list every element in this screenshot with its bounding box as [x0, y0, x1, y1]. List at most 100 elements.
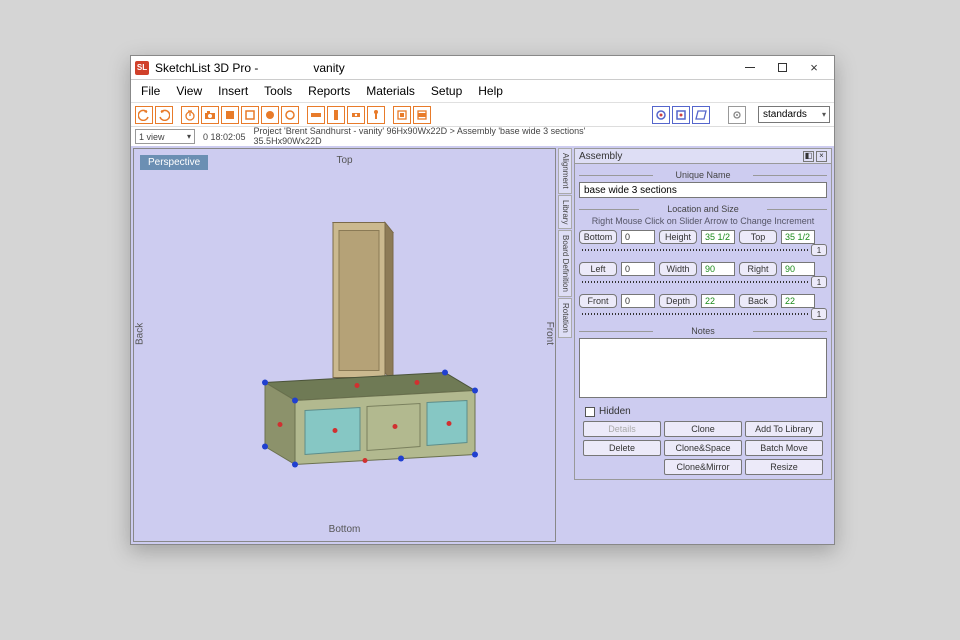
height-button[interactable]: Height	[659, 230, 697, 244]
viewport-3d[interactable]: Perspective Top Bottom Back Front	[133, 148, 556, 542]
width-button[interactable]: Width	[659, 262, 697, 276]
mode-b-icon[interactable]	[672, 106, 690, 124]
resize-button[interactable]: Resize	[745, 459, 823, 475]
add-board-icon[interactable]	[307, 106, 325, 124]
standards-label: standards	[763, 109, 807, 120]
clone-mirror-button[interactable]: Clone&Mirror	[664, 459, 742, 475]
top-value[interactable]: 35 1/2	[781, 230, 815, 244]
doc-title: vanity	[313, 61, 344, 75]
details-button[interactable]: Details	[583, 421, 661, 437]
clone-space-button[interactable]: Clone&Space	[664, 440, 742, 456]
tab-board-def[interactable]: Board Definition	[558, 230, 572, 297]
front-button[interactable]: Front	[579, 294, 617, 308]
breadcrumb: Project 'Brent Sandhurst - vanity' 96Hx9…	[254, 127, 586, 146]
new-project-icon[interactable]	[221, 106, 239, 124]
menu-view[interactable]: View	[170, 82, 208, 100]
vertical-tabs: Alignment Library Board Definition Rotat…	[558, 148, 572, 542]
bottom-value[interactable]: 0	[621, 230, 655, 244]
maximize-button[interactable]	[766, 58, 798, 78]
camera-icon[interactable]	[201, 106, 219, 124]
tab-alignment[interactable]: Alignment	[558, 148, 572, 194]
increment-horizontal[interactable]: 1	[811, 276, 827, 288]
circle-icon[interactable]	[261, 106, 279, 124]
container-a-icon[interactable]	[393, 106, 411, 124]
height-value[interactable]: 35 1/2	[701, 230, 735, 244]
increment-depth[interactable]: 1	[811, 308, 827, 320]
delete-button[interactable]: Delete	[583, 440, 661, 456]
panel-title: Assembly	[579, 151, 622, 162]
front-value[interactable]: 0	[621, 294, 655, 308]
right-button[interactable]: Right	[739, 262, 777, 276]
back-button[interactable]: Back	[739, 294, 777, 308]
timer-icon[interactable]	[181, 106, 199, 124]
undo-icon[interactable]	[135, 106, 153, 124]
left-button[interactable]: Left	[579, 262, 617, 276]
container-b-icon[interactable]	[413, 106, 431, 124]
menu-materials[interactable]: Materials	[360, 82, 421, 100]
action-buttons: Details Clone Add To Library Delete Clon…	[579, 421, 827, 475]
depth-value[interactable]: 22	[701, 294, 735, 308]
assembly-panel: Assembly ◧ × Unique Name Location and Si…	[574, 148, 832, 542]
gear-icon[interactable]	[728, 106, 746, 124]
location-size-group: Location and Size	[579, 204, 827, 214]
increment-vertical[interactable]: 1	[811, 244, 827, 256]
scene-render	[205, 193, 485, 498]
viewport-label-left: Back	[135, 323, 146, 345]
perspective-badge: Perspective	[140, 155, 208, 170]
width-value[interactable]: 90	[701, 262, 735, 276]
add-library-button[interactable]: Add To Library	[745, 421, 823, 437]
close-button[interactable]: ×	[798, 58, 830, 78]
unique-name-group: Unique Name	[579, 170, 827, 180]
depth-button[interactable]: Depth	[659, 294, 697, 308]
panel-close-icon[interactable]: ×	[816, 151, 827, 162]
panel-pin-icon[interactable]: ◧	[803, 151, 814, 162]
slider-horizontal[interactable]: 1	[579, 276, 827, 288]
menu-reports[interactable]: Reports	[302, 82, 356, 100]
menu-help[interactable]: Help	[472, 82, 509, 100]
mode-a-icon[interactable]	[652, 106, 670, 124]
tab-rotation[interactable]: Rotation	[558, 298, 572, 338]
menubar: File View Insert Tools Reports Materials…	[131, 80, 834, 102]
standards-dropdown[interactable]: standards	[758, 106, 830, 123]
unique-name-input[interactable]	[579, 182, 827, 198]
batch-move-button[interactable]: Batch Move	[745, 440, 823, 456]
bottom-button[interactable]: Bottom	[579, 230, 617, 244]
dim-row-horizontal: Left 0 Width 90 Right 90	[579, 262, 827, 276]
hidden-checkbox[interactable]: Hidden	[585, 406, 827, 417]
slider-depth[interactable]: 1	[579, 308, 827, 320]
hardware-icon[interactable]	[367, 106, 385, 124]
notes-textarea[interactable]	[579, 338, 827, 398]
redo-icon[interactable]	[155, 106, 173, 124]
menu-tools[interactable]: Tools	[258, 82, 298, 100]
panel-header: Assembly ◧ ×	[574, 148, 832, 164]
mode-c-icon[interactable]	[692, 106, 710, 124]
menu-file[interactable]: File	[135, 82, 166, 100]
tab-library[interactable]: Library	[558, 195, 572, 229]
toolbar: standards	[131, 102, 834, 126]
left-value[interactable]: 0	[621, 262, 655, 276]
viewport-label-right: Front	[544, 322, 555, 345]
view-count-dropdown[interactable]: 1 view	[135, 129, 195, 144]
square-outline-icon[interactable]	[241, 106, 259, 124]
vertical-board-icon[interactable]	[327, 106, 345, 124]
back-value[interactable]: 22	[781, 294, 815, 308]
titlebar: SL SketchList 3D Pro - vanity ×	[131, 56, 834, 80]
right-value[interactable]: 90	[781, 262, 815, 276]
app-logo-icon: SL	[135, 61, 149, 75]
hidden-label: Hidden	[599, 406, 631, 417]
clone-button[interactable]: Clone	[664, 421, 742, 437]
notes-group: Notes	[579, 326, 827, 336]
dim-row-depth: Front 0 Depth 22 Back 22	[579, 294, 827, 308]
context-bar: 1 view 0 18:02:05 Project 'Brent Sandhur…	[131, 126, 834, 146]
dimension-rows: Bottom 0 Height 35 1/2 Top 35 1/2 1 Left	[579, 230, 827, 320]
circle-outline-icon[interactable]	[281, 106, 299, 124]
menu-insert[interactable]: Insert	[212, 82, 254, 100]
slider-hint: Right Mouse Click on Slider Arrow to Cha…	[579, 216, 827, 226]
menu-setup[interactable]: Setup	[425, 82, 468, 100]
center-board-icon[interactable]	[347, 106, 365, 124]
top-button[interactable]: Top	[739, 230, 777, 244]
minimize-button[interactable]	[734, 58, 766, 78]
dim-row-vertical: Bottom 0 Height 35 1/2 Top 35 1/2	[579, 230, 827, 244]
viewport-label-bottom: Bottom	[329, 524, 361, 535]
slider-vertical[interactable]: 1	[579, 244, 827, 256]
